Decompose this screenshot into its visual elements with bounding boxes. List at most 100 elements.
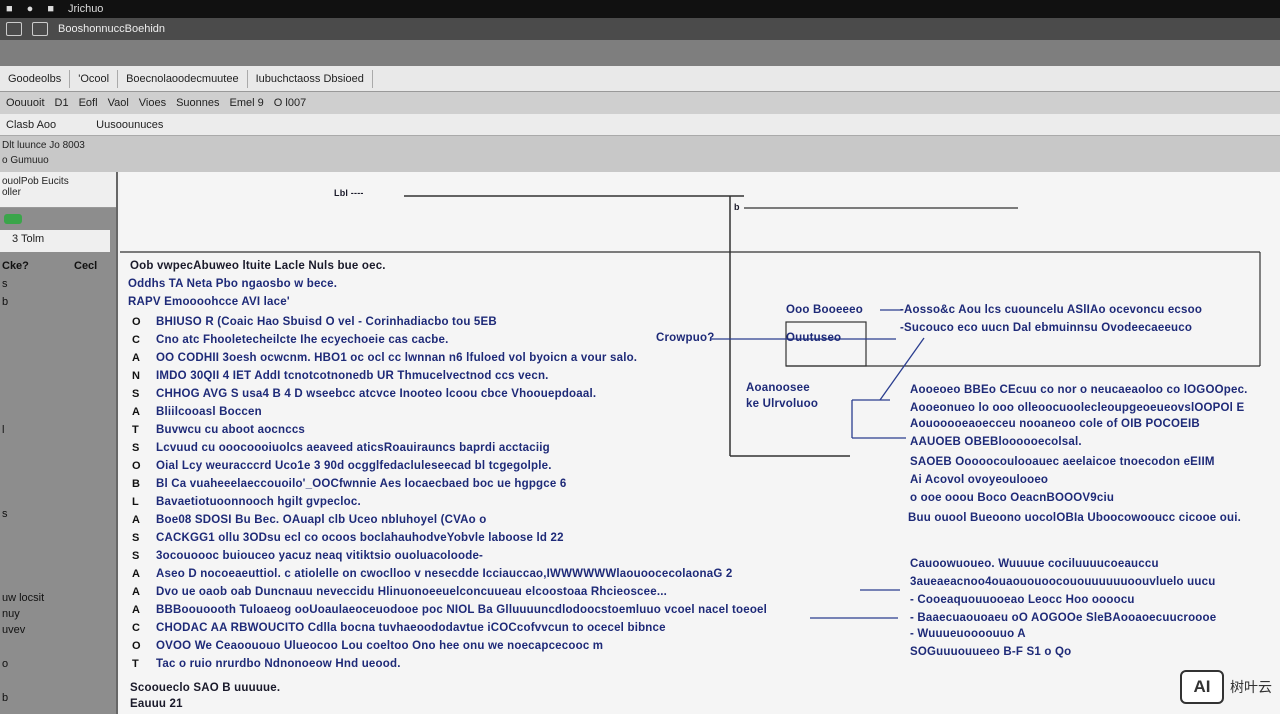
- list-item[interactable]: BHIUSO R (Coaic Hao Sbuisd O vel - Corin…: [156, 316, 497, 328]
- list-item[interactable]: 3ocouoooc buiouceo yacuz neaq vitiktsio …: [156, 550, 483, 562]
- connector-tag[interactable]: Aoanoosee: [746, 382, 810, 394]
- sidebar-label[interactable]: Cecl: [74, 260, 97, 272]
- list-item[interactable]: Dvo ue oaob oab Duncnauu neveccidu Hlinu…: [156, 586, 667, 598]
- menu-item-4[interactable]: Vaol: [108, 97, 129, 109]
- sidebar-label[interactable]: o: [2, 658, 8, 670]
- menu-item-5[interactable]: Vioes: [139, 97, 166, 109]
- annotation-line[interactable]: Buu ouool Bueoono uocolOBIa Uboocowooucc…: [908, 512, 1241, 524]
- tab-4[interactable]: Iubuchctaoss Dbsioed: [248, 69, 373, 88]
- list-item[interactable]: Cno atc Fhooletecheilcte Ihe ecyechoeie …: [156, 334, 449, 346]
- window-control-icon[interactable]: [32, 22, 48, 36]
- window-menu-icon[interactable]: [6, 22, 22, 36]
- sidebar-label[interactable]: Cke?: [2, 260, 29, 272]
- list-item[interactable]: OVOO We Ceaoououo Ulueocoo Lou coeltoo O…: [156, 640, 603, 652]
- list-item[interactable]: Oial Lcy weuracccrd Uco1e 3 90d ocgglfed…: [156, 460, 552, 472]
- diagram-right-label: b: [734, 202, 740, 212]
- annotation-line[interactable]: Cauoowuoueo. Wuuuue cociluuuucoeauccu: [910, 558, 1159, 570]
- list-item[interactable]: Boe08 SDOSI Bu Bec. OAuapl clb Uceo nblu…: [156, 514, 487, 526]
- list-item[interactable]: BBBoouoooth Tuloaeog ooUoaulaeoceuodooe …: [156, 604, 767, 616]
- annotation-line[interactable]: SOGuuuouueeo B-F S1 o Qo: [910, 646, 1071, 658]
- tab-3[interactable]: Boecnolaoodecmuutee: [118, 69, 248, 88]
- annotation-line[interactable]: 3aueaeacnoo4ouaououoocououuuuuuoouvluelo…: [910, 576, 1215, 588]
- annotation-line[interactable]: Aooeoeo BBEo CEcuu co nor o neucaeaoloo …: [910, 384, 1248, 396]
- row-marker: A: [132, 406, 140, 418]
- sidebar-item-selected[interactable]: 3 Tolm: [0, 230, 110, 252]
- row-marker: S: [132, 388, 140, 400]
- row-marker: S: [132, 442, 140, 454]
- os-app-name[interactable]: Jrichuo: [68, 3, 103, 15]
- breadcrumb-line-2: o Gumuuo: [2, 155, 49, 166]
- diagram-top-label: Lbl ----: [334, 188, 364, 198]
- list-item[interactable]: CACKGG1 ollu 3ODsu ecl co ocoos boclahau…: [156, 532, 564, 544]
- sidebar-label[interactable]: s: [2, 278, 8, 290]
- row-marker: A: [132, 586, 140, 598]
- row-marker: T: [132, 658, 139, 670]
- menu-bar: Oouuoit D1 Eofl Vaol Vioes Suonnes Emel …: [0, 92, 1280, 114]
- annotation-line[interactable]: Aouooooeaoecceu nooaneoo cole of OIB POC…: [910, 418, 1200, 430]
- annotation-line[interactable]: Aooeonueo lo ooo olleoocuoolecleoupgeoeu…: [910, 402, 1244, 414]
- annotation-line[interactable]: SAOEB Ooooocoulooauec aeelaicoe tnoecodo…: [910, 456, 1215, 468]
- menu-item-3[interactable]: Eofl: [79, 97, 98, 109]
- list-item[interactable]: CHODAC AA RBWOUCITO Cdlla bocna tuvhaeoo…: [156, 622, 666, 634]
- connector-tag[interactable]: Crowpuo?: [656, 332, 714, 344]
- sidebar-label[interactable]: uvev: [2, 624, 25, 636]
- connector-tag[interactable]: ke Ulrvoluoo: [746, 398, 818, 410]
- row-marker: C: [132, 334, 140, 346]
- footer-line: Eauuu 21: [130, 698, 183, 710]
- menu-item-8[interactable]: O l007: [274, 97, 306, 109]
- row-marker: L: [132, 496, 139, 508]
- menu-item-2[interactable]: D1: [55, 97, 69, 109]
- sub-tab-2[interactable]: Uusoounuces: [96, 119, 163, 131]
- sidebar-label[interactable]: nuy: [2, 608, 20, 620]
- sidebar-label[interactable]: l: [2, 424, 4, 436]
- toolbar-strip: [0, 40, 1280, 66]
- list-item[interactable]: Bavaetiotuoonnooch hgilt gvpecloc.: [156, 496, 361, 508]
- list-item[interactable]: Lcvuud cu ooocoooiuolcs aeaveed aticsRoa…: [156, 442, 550, 454]
- os-icon-3[interactable]: ■: [47, 3, 54, 15]
- breadcrumb-line-1: Dlt luunce Jo 8003: [2, 140, 85, 151]
- section-subheader: RAPV Emoooohcce AVI lace': [128, 296, 290, 308]
- tab-row: Goodeolbs 'Ocool Boecnolaoodecmuutee Iub…: [0, 66, 1280, 92]
- annotation-line[interactable]: - Wuuueuoooouuo A: [910, 628, 1026, 640]
- sidebar-header-line-1: ouolPob Eucits: [2, 176, 69, 187]
- sidebar-label[interactable]: b: [2, 296, 8, 308]
- annotation-line[interactable]: Ai Acovol ovoyeoulooeo: [910, 474, 1048, 486]
- box-line[interactable]: -Aosso&c Aou lcs cuouncelu ASlIAo ocevon…: [900, 304, 1202, 316]
- ai-logo-icon: AI: [1180, 670, 1224, 704]
- annotation-line[interactable]: AAUOEB OBEBloooooecolsal.: [910, 436, 1082, 448]
- annotation-line[interactable]: - Baaecuaouoaeu oO AOGOOe SleBAooaoecuuc…: [910, 612, 1216, 624]
- list-item[interactable]: IMDO 30QII 4 IET AddI tcnotcotnonedb UR …: [156, 370, 549, 382]
- row-marker: S: [132, 532, 140, 544]
- sidebar-label[interactable]: uw locsit: [2, 592, 44, 604]
- row-marker: T: [132, 424, 139, 436]
- main-canvas: Lbl ---- b Oob vwpecAbuweo ltuite Lacle …: [120, 172, 1280, 714]
- box-label[interactable]: Ooo Booeeeo: [786, 304, 863, 316]
- annotation-line[interactable]: o ooe ooou Boco OeacnBOOOV9ciu: [910, 492, 1114, 504]
- row-marker: A: [132, 604, 140, 616]
- list-item[interactable]: Bliilcooasl Boccen: [156, 406, 262, 418]
- list-item[interactable]: CHHOG AVG S usa4 B 4 D wseebcc atcvce In…: [156, 388, 596, 400]
- os-icon-1[interactable]: ■: [6, 3, 13, 15]
- annotation-line[interactable]: - Cooeaquouuooeao Leocc Hoo oooocu: [910, 594, 1135, 606]
- sidebar-label[interactable]: s: [2, 508, 8, 520]
- section-subheader: Oddhs TA Neta Pbo ngaosbo w bece.: [128, 278, 338, 290]
- os-icon-2[interactable]: ●: [27, 3, 34, 15]
- list-item[interactable]: OO CODHII 3oesh ocwcnm. HBO1 oc ocl cc l…: [156, 352, 637, 364]
- sub-tab-1[interactable]: Clasb Aoo: [6, 119, 56, 131]
- tab-1[interactable]: Goodeolbs: [0, 69, 71, 88]
- list-item[interactable]: Tac o ruio nrurdbo Ndnonoeow Hnd ueood.: [156, 658, 401, 670]
- tab-2[interactable]: 'Ocool: [70, 69, 119, 88]
- section-header: Oob vwpecAbuweo ltuite Lacle Nuls bue oe…: [130, 260, 386, 272]
- menu-item-7[interactable]: Emel 9: [230, 97, 264, 109]
- box-line[interactable]: -Sucouco eco uucn Dal ebmuinnsu Ovodeeca…: [900, 322, 1192, 334]
- menu-item-6[interactable]: Suonnes: [176, 97, 219, 109]
- list-item[interactable]: Bl Ca vuaheeelaeccouoilo'_OOCfwnnie Aes …: [156, 478, 566, 490]
- row-marker: O: [132, 640, 141, 652]
- list-item[interactable]: Aseo D nocoeaeuttiol. c atiolelle on cwo…: [156, 568, 732, 580]
- inner-box: [785, 321, 867, 367]
- sidebar-header: ouolPob Eucits oller: [0, 172, 116, 208]
- box-label[interactable]: Ouutuseo: [786, 332, 841, 344]
- menu-item-1[interactable]: Oouuoit: [6, 97, 45, 109]
- sidebar-label[interactable]: b: [2, 692, 8, 704]
- list-item[interactable]: Buvwcu cu aboot aocnccs: [156, 424, 305, 436]
